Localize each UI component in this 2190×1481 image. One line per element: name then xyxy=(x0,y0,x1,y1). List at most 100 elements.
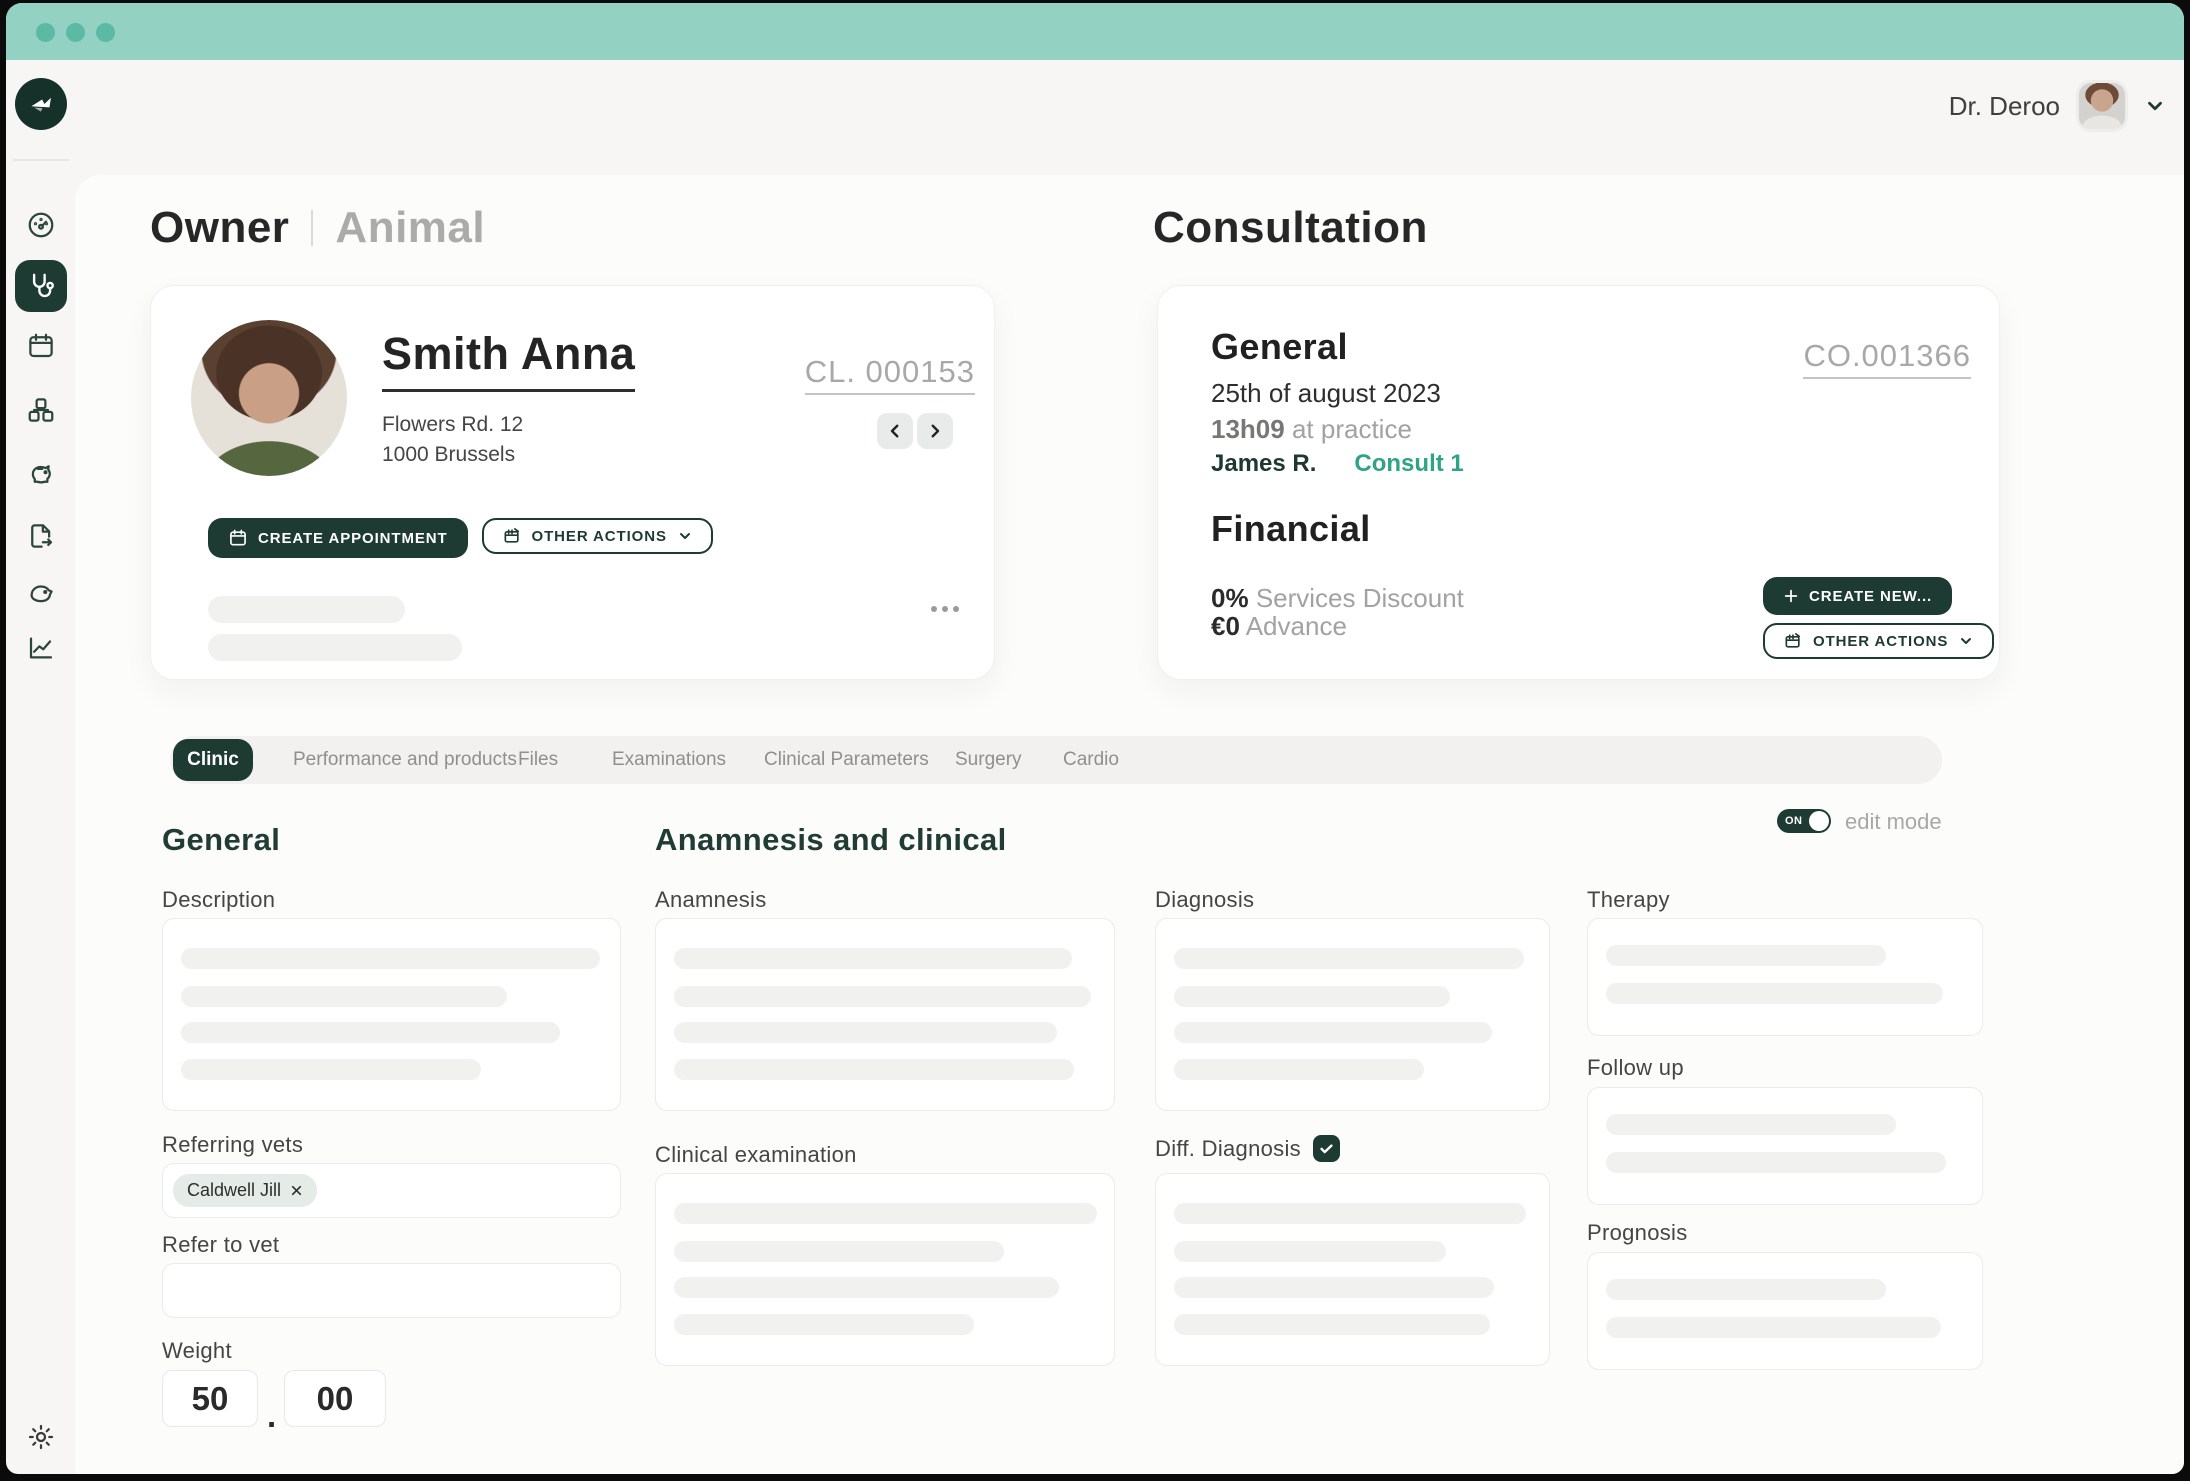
skeleton-line xyxy=(181,1022,560,1043)
plus-icon xyxy=(1783,588,1799,604)
consultation-number-link[interactable]: CO.001366 xyxy=(1803,338,1971,379)
anamnesis-field[interactable] xyxy=(655,918,1115,1111)
toggle-state: ON xyxy=(1785,815,1803,827)
follow-up-label: Follow up xyxy=(1587,1055,1684,1081)
owner-other-actions-button[interactable]: OTHER ACTIONS xyxy=(482,518,713,554)
consultation-location: at practice xyxy=(1292,414,1412,444)
sidebar-item-finance[interactable] xyxy=(15,447,67,499)
skeleton-line xyxy=(208,596,405,623)
chevron-down-icon xyxy=(2144,95,2166,117)
prognosis-field[interactable] xyxy=(1587,1252,1983,1370)
sidebar-item-dashboard[interactable] xyxy=(15,199,67,251)
owner-other-actions-label: OTHER ACTIONS xyxy=(532,528,667,545)
clinical-examination-field[interactable] xyxy=(655,1173,1115,1366)
edit-mode-toggle[interactable]: ON xyxy=(1777,809,1831,833)
tab-clinical-parameters[interactable]: Clinical Parameters xyxy=(764,736,929,784)
tab-files[interactable]: Files xyxy=(518,736,558,784)
consultation-other-actions-button[interactable]: OTHER ACTIONS xyxy=(1763,623,1994,659)
tab-cardio[interactable]: Cardio xyxy=(1063,736,1119,784)
app-header: Dr. Deroo xyxy=(6,60,2184,175)
tab-surgery[interactable]: Surgery xyxy=(955,736,1022,784)
skeleton-line xyxy=(1174,1059,1424,1080)
skeleton-line xyxy=(674,1203,1097,1224)
skeleton-line xyxy=(1606,1114,1896,1135)
clipboard-icon xyxy=(502,526,522,546)
stethoscope-icon xyxy=(26,271,56,301)
main-panel: Owner Animal Consultation Smith Anna CL.… xyxy=(75,175,2184,1474)
user-menu[interactable]: Dr. Deroo xyxy=(1949,82,2166,130)
diagnosis-field[interactable] xyxy=(1155,918,1550,1111)
skeleton-line xyxy=(1174,986,1450,1007)
chevron-down-icon xyxy=(1958,633,1974,649)
skeleton-line xyxy=(181,986,507,1007)
client-number-link[interactable]: CL. 000153 xyxy=(805,354,975,395)
window-controls xyxy=(36,23,115,42)
referring-vets-field[interactable]: Caldwell Jill xyxy=(162,1163,621,1218)
clipboard-icon xyxy=(1783,631,1803,651)
previous-client-button[interactable] xyxy=(877,413,913,449)
consultation-card: General CO.001366 25th of august 2023 13… xyxy=(1157,285,2000,680)
sidebar-item-consultations[interactable] xyxy=(15,260,67,312)
statistics-icon xyxy=(26,633,56,663)
app-window: Dr. Deroo xyxy=(6,3,2184,1474)
sidebar-item-documents[interactable] xyxy=(15,510,67,562)
consultation-other-actions-label: OTHER ACTIONS xyxy=(1813,633,1948,650)
weight-decimal-input[interactable] xyxy=(284,1370,386,1427)
sidebar-item-statistics[interactable] xyxy=(15,622,67,674)
description-field[interactable] xyxy=(162,918,621,1111)
owner-name[interactable]: Smith Anna xyxy=(382,328,635,392)
consultation-time-row: 13h09 at practice xyxy=(1211,414,1412,445)
chip-remove-icon[interactable] xyxy=(290,1184,303,1197)
skeleton-line xyxy=(674,1241,1004,1262)
chip-label: Caldwell Jill xyxy=(187,1180,281,1201)
tab-clinic[interactable]: Clinic xyxy=(173,739,253,781)
dashboard-gauge-icon xyxy=(26,210,56,240)
create-new-label: CREATE NEW... xyxy=(1809,588,1932,605)
tab-owner[interactable]: Owner xyxy=(150,203,289,253)
sidebar-item-agenda[interactable] xyxy=(15,320,67,372)
follow-up-field[interactable] xyxy=(1587,1087,1983,1205)
refer-to-vet-field[interactable] xyxy=(162,1263,621,1318)
window-control-icon[interactable] xyxy=(66,23,85,42)
more-options-icon[interactable] xyxy=(931,606,959,612)
skeleton-line xyxy=(1606,983,1943,1004)
refer-to-vet-label: Refer to vet xyxy=(162,1232,279,1258)
sidebar-item-settings[interactable] xyxy=(15,1411,67,1463)
skeleton-line xyxy=(674,948,1072,969)
sidebar-item-products[interactable] xyxy=(15,384,67,436)
therapy-field[interactable] xyxy=(1587,918,1983,1036)
skeleton-line xyxy=(1174,1203,1526,1224)
skeleton-line xyxy=(674,1022,1057,1043)
skeleton-line xyxy=(1174,948,1524,969)
diff-diagnosis-field[interactable] xyxy=(1155,1173,1550,1366)
window-control-icon[interactable] xyxy=(96,23,115,42)
edit-mode-label: edit mode xyxy=(1845,809,1942,835)
chevron-right-icon xyxy=(926,422,944,440)
chevron-down-icon xyxy=(677,528,693,544)
referring-vets-label: Referring vets xyxy=(162,1132,303,1158)
create-new-button[interactable]: CREATE NEW... xyxy=(1763,577,1952,615)
veterinarian-name: James R. xyxy=(1211,450,1316,478)
tab-examinations[interactable]: Examinations xyxy=(612,736,726,784)
anamnesis-label: Anamnesis xyxy=(655,887,767,913)
diff-diagnosis-checkbox[interactable] xyxy=(1313,1135,1340,1162)
calendar-icon xyxy=(228,528,248,548)
skeleton-line xyxy=(1174,1241,1446,1262)
animal-icon xyxy=(26,578,56,608)
app-logo[interactable] xyxy=(15,78,67,130)
sidebar-item-animals[interactable] xyxy=(15,567,67,619)
title-divider xyxy=(311,210,313,246)
tab-performance-and-products[interactable]: Performance and products xyxy=(293,736,517,784)
weight-main-input[interactable] xyxy=(162,1370,258,1427)
owner-address: Flowers Rd. 12 1000 Brussels xyxy=(382,410,523,470)
window-control-icon[interactable] xyxy=(36,23,55,42)
tab-animal[interactable]: Animal xyxy=(335,203,485,253)
skeleton-line xyxy=(674,986,1091,1007)
skeleton-line xyxy=(1174,1314,1490,1335)
consult-link[interactable]: Consult 1 xyxy=(1354,450,1463,478)
discount-value: 0% xyxy=(1211,583,1249,613)
advance-label: Advance xyxy=(1246,611,1347,641)
next-client-button[interactable] xyxy=(917,413,953,449)
create-appointment-button[interactable]: CREATE APPOINTMENT xyxy=(208,518,468,558)
user-avatar xyxy=(2076,80,2128,132)
